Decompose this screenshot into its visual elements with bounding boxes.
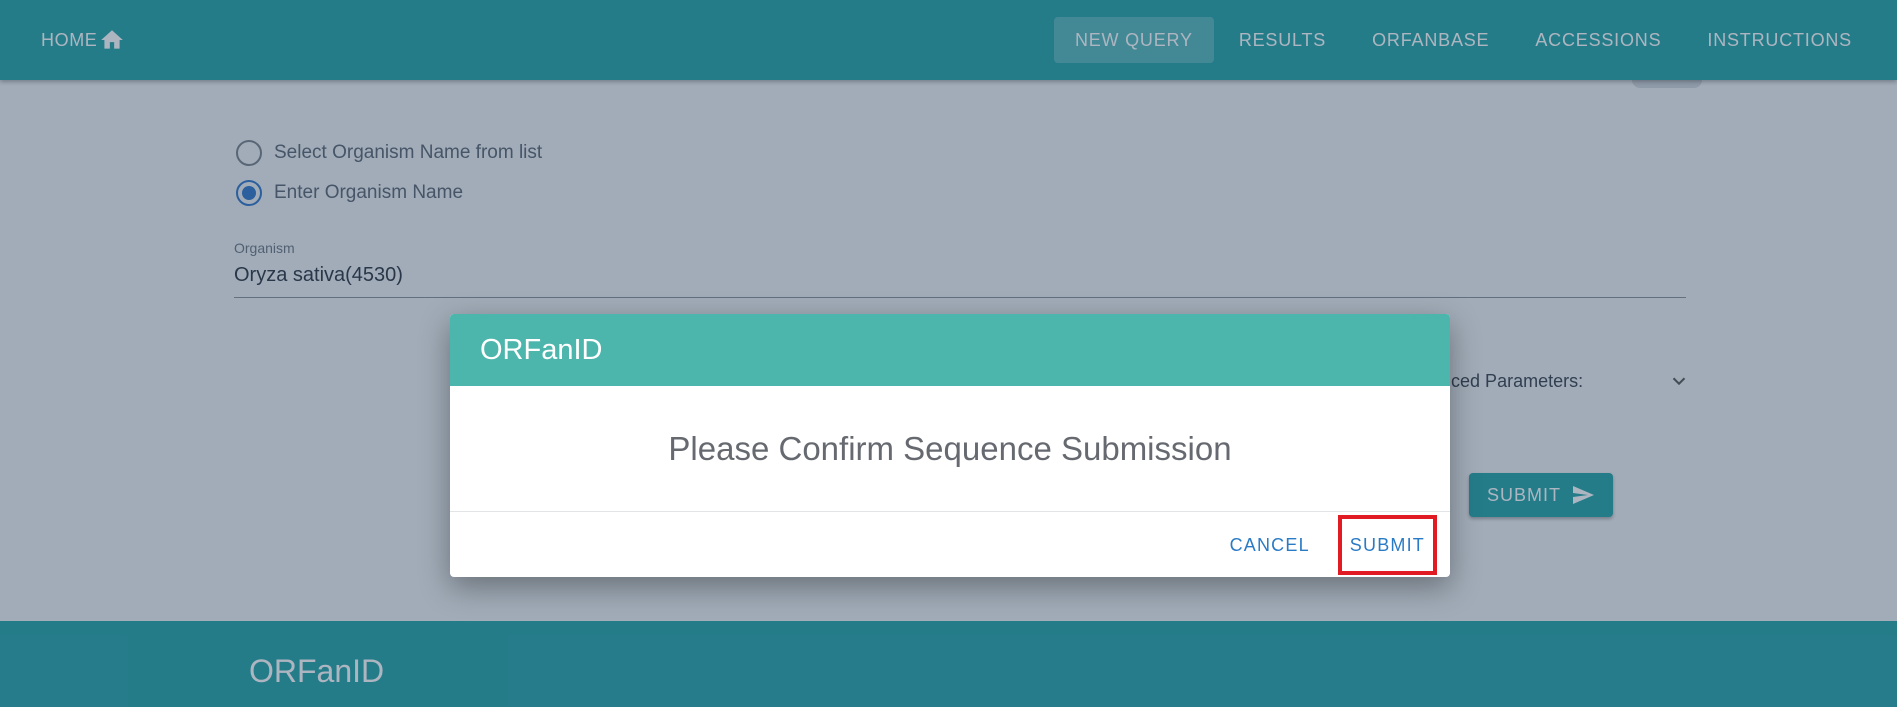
dialog-title: ORFanID	[450, 314, 1450, 386]
dialog-actions: CANCEL SUBMIT	[450, 512, 1450, 577]
dialog-message-text: Please Confirm Sequence Submission	[668, 429, 1232, 467]
confirm-dialog: ORFanID Please Confirm Sequence Submissi…	[450, 314, 1450, 577]
page: HOME NEW QUERY RESULTS ORFANBASE ACCESSI…	[0, 0, 1897, 707]
confirm-submit-button[interactable]: SUBMIT	[1337, 514, 1437, 575]
cancel-button[interactable]: CANCEL	[1220, 525, 1320, 565]
dialog-message: Please Confirm Sequence Submission	[450, 386, 1450, 512]
